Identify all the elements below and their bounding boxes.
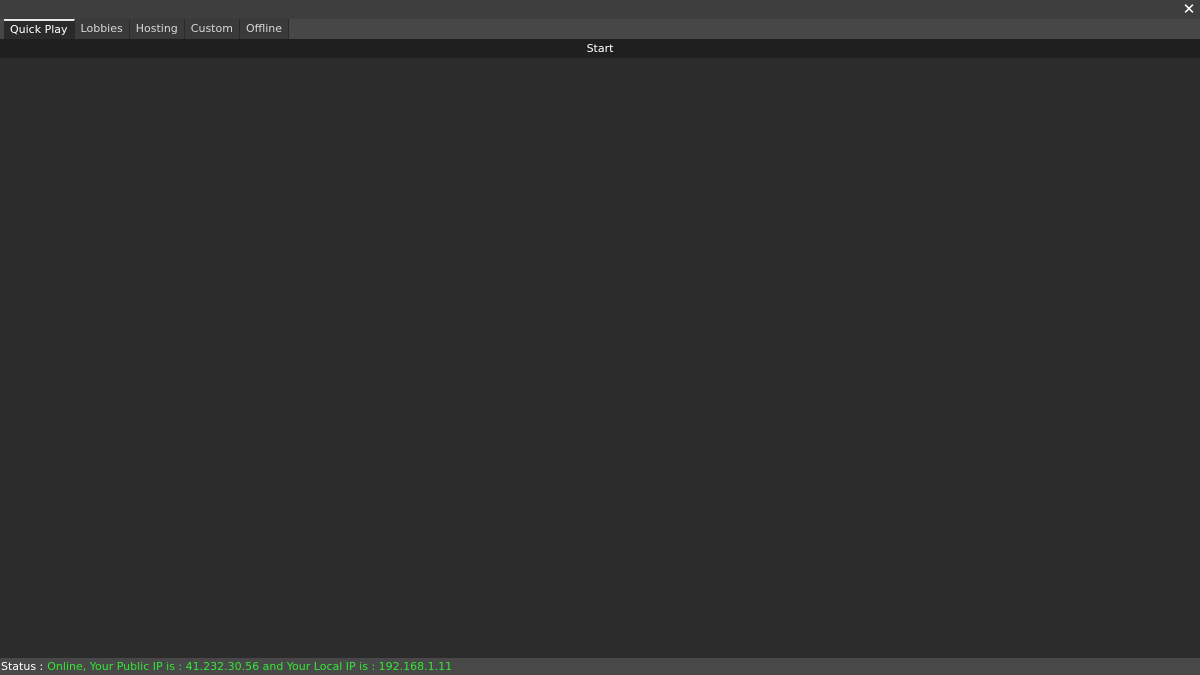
close-icon[interactable]: ✕ — [1181, 1, 1197, 17]
status-text: Online, Your Public IP is : 41.232.30.56… — [47, 660, 453, 673]
tab-custom[interactable]: Custom — [184, 19, 240, 39]
quick-play-panel — [0, 58, 1200, 658]
tab-bar: Quick Play Lobbies Hosting Custom Offlin… — [0, 19, 1200, 39]
app-window: ✕ Quick Play Lobbies Hosting Custom Offl… — [0, 0, 1200, 675]
start-button[interactable]: Start — [0, 39, 1200, 58]
tab-hosting[interactable]: Hosting — [129, 19, 185, 39]
tab-offline[interactable]: Offline — [239, 19, 290, 39]
title-bar: ✕ — [0, 0, 1200, 19]
status-bar: Status : Online, Your Public IP is : 41.2… — [0, 658, 1200, 675]
tab-list: Quick Play Lobbies Hosting Custom Offlin… — [4, 19, 290, 39]
tab-lobbies[interactable]: Lobbies — [74, 19, 130, 39]
status-label: Status : — [1, 660, 44, 673]
tab-quick-play[interactable]: Quick Play — [4, 19, 75, 39]
